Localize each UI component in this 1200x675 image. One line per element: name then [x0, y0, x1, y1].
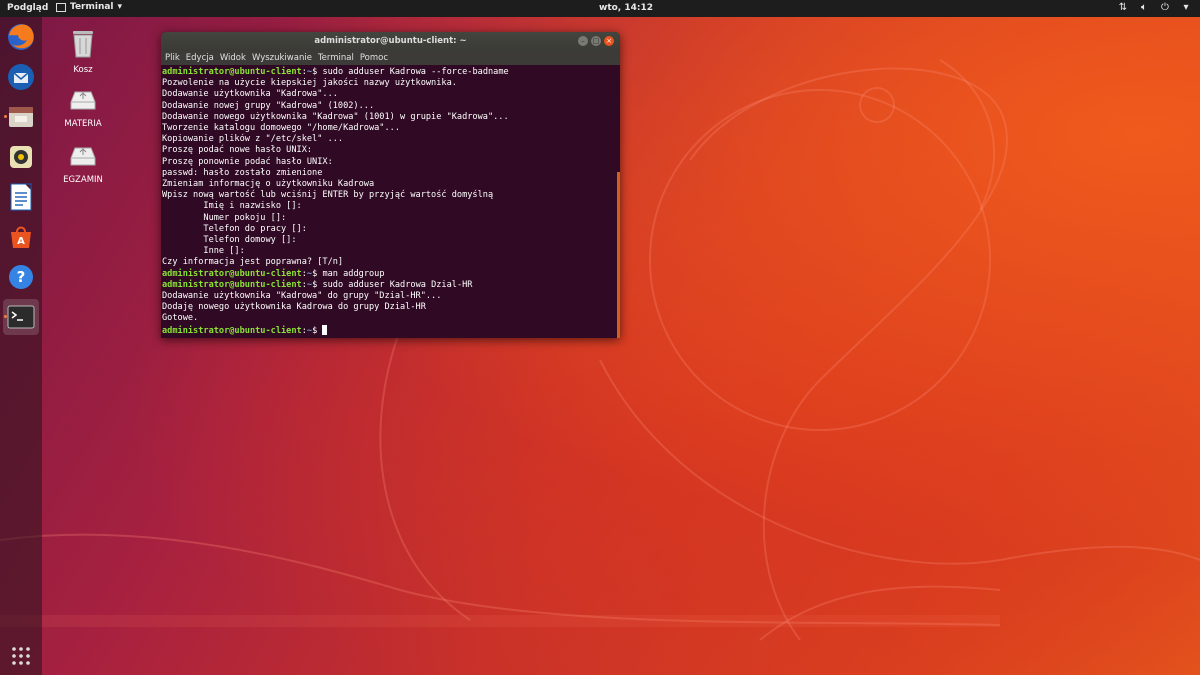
- dock: A ?: [0, 17, 42, 675]
- chevron-down-icon[interactable]: ▾: [1180, 2, 1192, 14]
- software-launcher[interactable]: A: [3, 219, 39, 255]
- output-line: Dodawanie nowego użytkownika "Kadrowa" (…: [162, 111, 509, 122]
- command-text: sudo adduser Kadrowa --force-badname: [322, 67, 509, 77]
- menu-bar: Plik Edycja Widok Wyszukiwanie Terminal …: [161, 51, 620, 65]
- scrollbar[interactable]: [617, 172, 620, 338]
- output-line: Pozwolenie na użycie kiepskiej jakości n…: [162, 78, 457, 89]
- output-line: Zmieniam informację o użytkowniku Kadrow…: [162, 179, 375, 190]
- thunderbird-icon: [8, 64, 34, 90]
- firefox-launcher[interactable]: [3, 19, 39, 55]
- output-line: Kopiowanie plików z "/etc/skel" ...: [162, 134, 344, 145]
- activities-button[interactable]: Podgląd: [7, 3, 48, 13]
- prompt-symbol: $: [312, 325, 323, 336]
- title-bar[interactable]: administrator@ubuntu-client: ~ – □ ×: [161, 32, 620, 51]
- terminal-icon: [7, 305, 35, 329]
- output-line: Proszę podać nowe hasło UNIX:: [162, 145, 313, 156]
- menu-terminal[interactable]: Terminal: [318, 53, 354, 63]
- command-line: administrator@ubuntu-client:~$: [162, 324, 620, 337]
- text-cursor: [322, 324, 328, 335]
- output-line: Telefon do pracy []:: [162, 223, 307, 234]
- files-launcher[interactable]: [3, 99, 39, 135]
- network-icon[interactable]: ⇅: [1117, 2, 1129, 14]
- terminal-launcher[interactable]: [3, 299, 39, 335]
- svg-text:?: ?: [17, 268, 26, 286]
- window-controls: – □ ×: [578, 36, 614, 46]
- software-center-icon: A: [11, 226, 31, 248]
- show-applications-button[interactable]: [11, 646, 31, 670]
- output-line: Gotowe.: [162, 313, 199, 324]
- show-applications-icon: [12, 647, 30, 665]
- output-line: Czy informacja jest poprawna? [T/n]: [162, 257, 344, 268]
- top-bar: Podgląd Terminal ▾ wto, 14:12 ⇅ 🔈︎ ⏻ ▾: [0, 0, 1200, 17]
- desktop-icon-label: Kosz: [73, 65, 93, 75]
- thunderbird-launcher[interactable]: [3, 59, 39, 95]
- maximize-icon[interactable]: □: [591, 36, 601, 46]
- menu-view[interactable]: Widok: [220, 53, 246, 63]
- menu-file[interactable]: Plik: [165, 53, 180, 63]
- menu-edit[interactable]: Edycja: [186, 53, 214, 63]
- rhythmbox-launcher[interactable]: [3, 139, 39, 175]
- output-line: Dodawanie użytkownika "Kadrowa" do grupy…: [162, 291, 442, 302]
- drive-icon: [70, 147, 96, 166]
- command-text: man addgroup: [322, 268, 385, 279]
- command-text: sudo adduser Kadrowa Dzial-HR: [322, 279, 473, 290]
- system-tray[interactable]: ⇅ 🔈︎ ⏻ ▾: [1117, 2, 1192, 14]
- rhythmbox-icon: [10, 146, 32, 168]
- terminal-small-icon: [56, 2, 66, 12]
- terminal-window[interactable]: administrator@ubuntu-client: ~ – □ × Pli…: [161, 32, 620, 338]
- output-line: Inne []:: [162, 246, 245, 257]
- output-line: passwd: hasło zostało zmienione: [162, 167, 323, 178]
- close-icon[interactable]: ×: [604, 36, 614, 46]
- menu-help[interactable]: Pomoc: [360, 53, 388, 63]
- svg-text:A: A: [17, 236, 25, 247]
- prompt-user: administrator@ubuntu-client: [162, 268, 302, 279]
- prompt-symbol: $: [312, 67, 323, 77]
- menu-search[interactable]: Wyszukiwanie: [252, 53, 312, 63]
- output-line: Dodawanie nowej grupy "Kadrowa" (1002)..…: [162, 100, 375, 111]
- chevron-down-icon: ▾: [117, 2, 123, 12]
- firefox-icon: [8, 24, 34, 50]
- desktop-icon-trash[interactable]: Kosz: [53, 28, 113, 75]
- help-icon: ?: [9, 265, 33, 289]
- running-indicator: [4, 115, 7, 118]
- prompt-symbol: $: [312, 268, 323, 279]
- help-launcher[interactable]: ?: [3, 259, 39, 295]
- running-indicator: [4, 315, 7, 318]
- output-line: Numer pokoju []:: [162, 212, 287, 223]
- prompt-symbol: $: [312, 279, 323, 290]
- output-line: Proszę ponownie podać hasło UNIX:: [162, 156, 333, 167]
- app-menu[interactable]: Terminal ▾: [56, 2, 122, 12]
- window-title: administrator@ubuntu-client: ~: [314, 36, 467, 46]
- writer-launcher[interactable]: [3, 179, 39, 215]
- clock[interactable]: wto, 14:12: [599, 3, 653, 13]
- command-line: administrator@ubuntu-client:~$ sudo addu…: [162, 280, 620, 291]
- app-menu-label: Terminal: [70, 2, 114, 12]
- trash-icon: [73, 31, 93, 58]
- output-line: Dodawanie użytkownika "Kadrowa"...: [162, 89, 338, 100]
- command-line: administrator@ubuntu-client:~$ sudo addu…: [162, 67, 620, 78]
- prompt-user: administrator@ubuntu-client: [162, 279, 302, 290]
- desktop-icon-egzamin[interactable]: EGZAMIN: [53, 144, 113, 185]
- libreoffice-writer-icon: [10, 183, 32, 211]
- output-line: Tworzenie katalogu domowego "/home/Kadro…: [162, 123, 400, 134]
- terminal-output[interactable]: administrator@ubuntu-client:~$ sudo addu…: [161, 65, 620, 337]
- output-line: Dodaję nowego użytkownika Kadrowa do gru…: [162, 302, 426, 313]
- minimize-icon[interactable]: –: [578, 36, 588, 46]
- volume-icon[interactable]: 🔈︎: [1138, 2, 1150, 14]
- power-icon[interactable]: ⏻: [1159, 2, 1171, 14]
- desktop-icon-label: MATERIA: [64, 119, 102, 129]
- desktop-icon-label: EGZAMIN: [63, 175, 103, 185]
- desktop-icon-materia[interactable]: MATERIA: [53, 88, 113, 129]
- output-line: Wpisz nową wartość lub wciśnij ENTER by …: [162, 190, 494, 201]
- prompt-user: administrator@ubuntu-client: [162, 325, 302, 336]
- command-line: administrator@ubuntu-client:~$ man addgr…: [162, 269, 620, 280]
- drive-icon: [70, 91, 96, 110]
- output-line: Imię i nazwisko []:: [162, 201, 302, 212]
- files-icon: [9, 107, 33, 127]
- output-line: Telefon domowy []:: [162, 235, 297, 246]
- prompt-user: administrator@ubuntu-client: [162, 67, 302, 77]
